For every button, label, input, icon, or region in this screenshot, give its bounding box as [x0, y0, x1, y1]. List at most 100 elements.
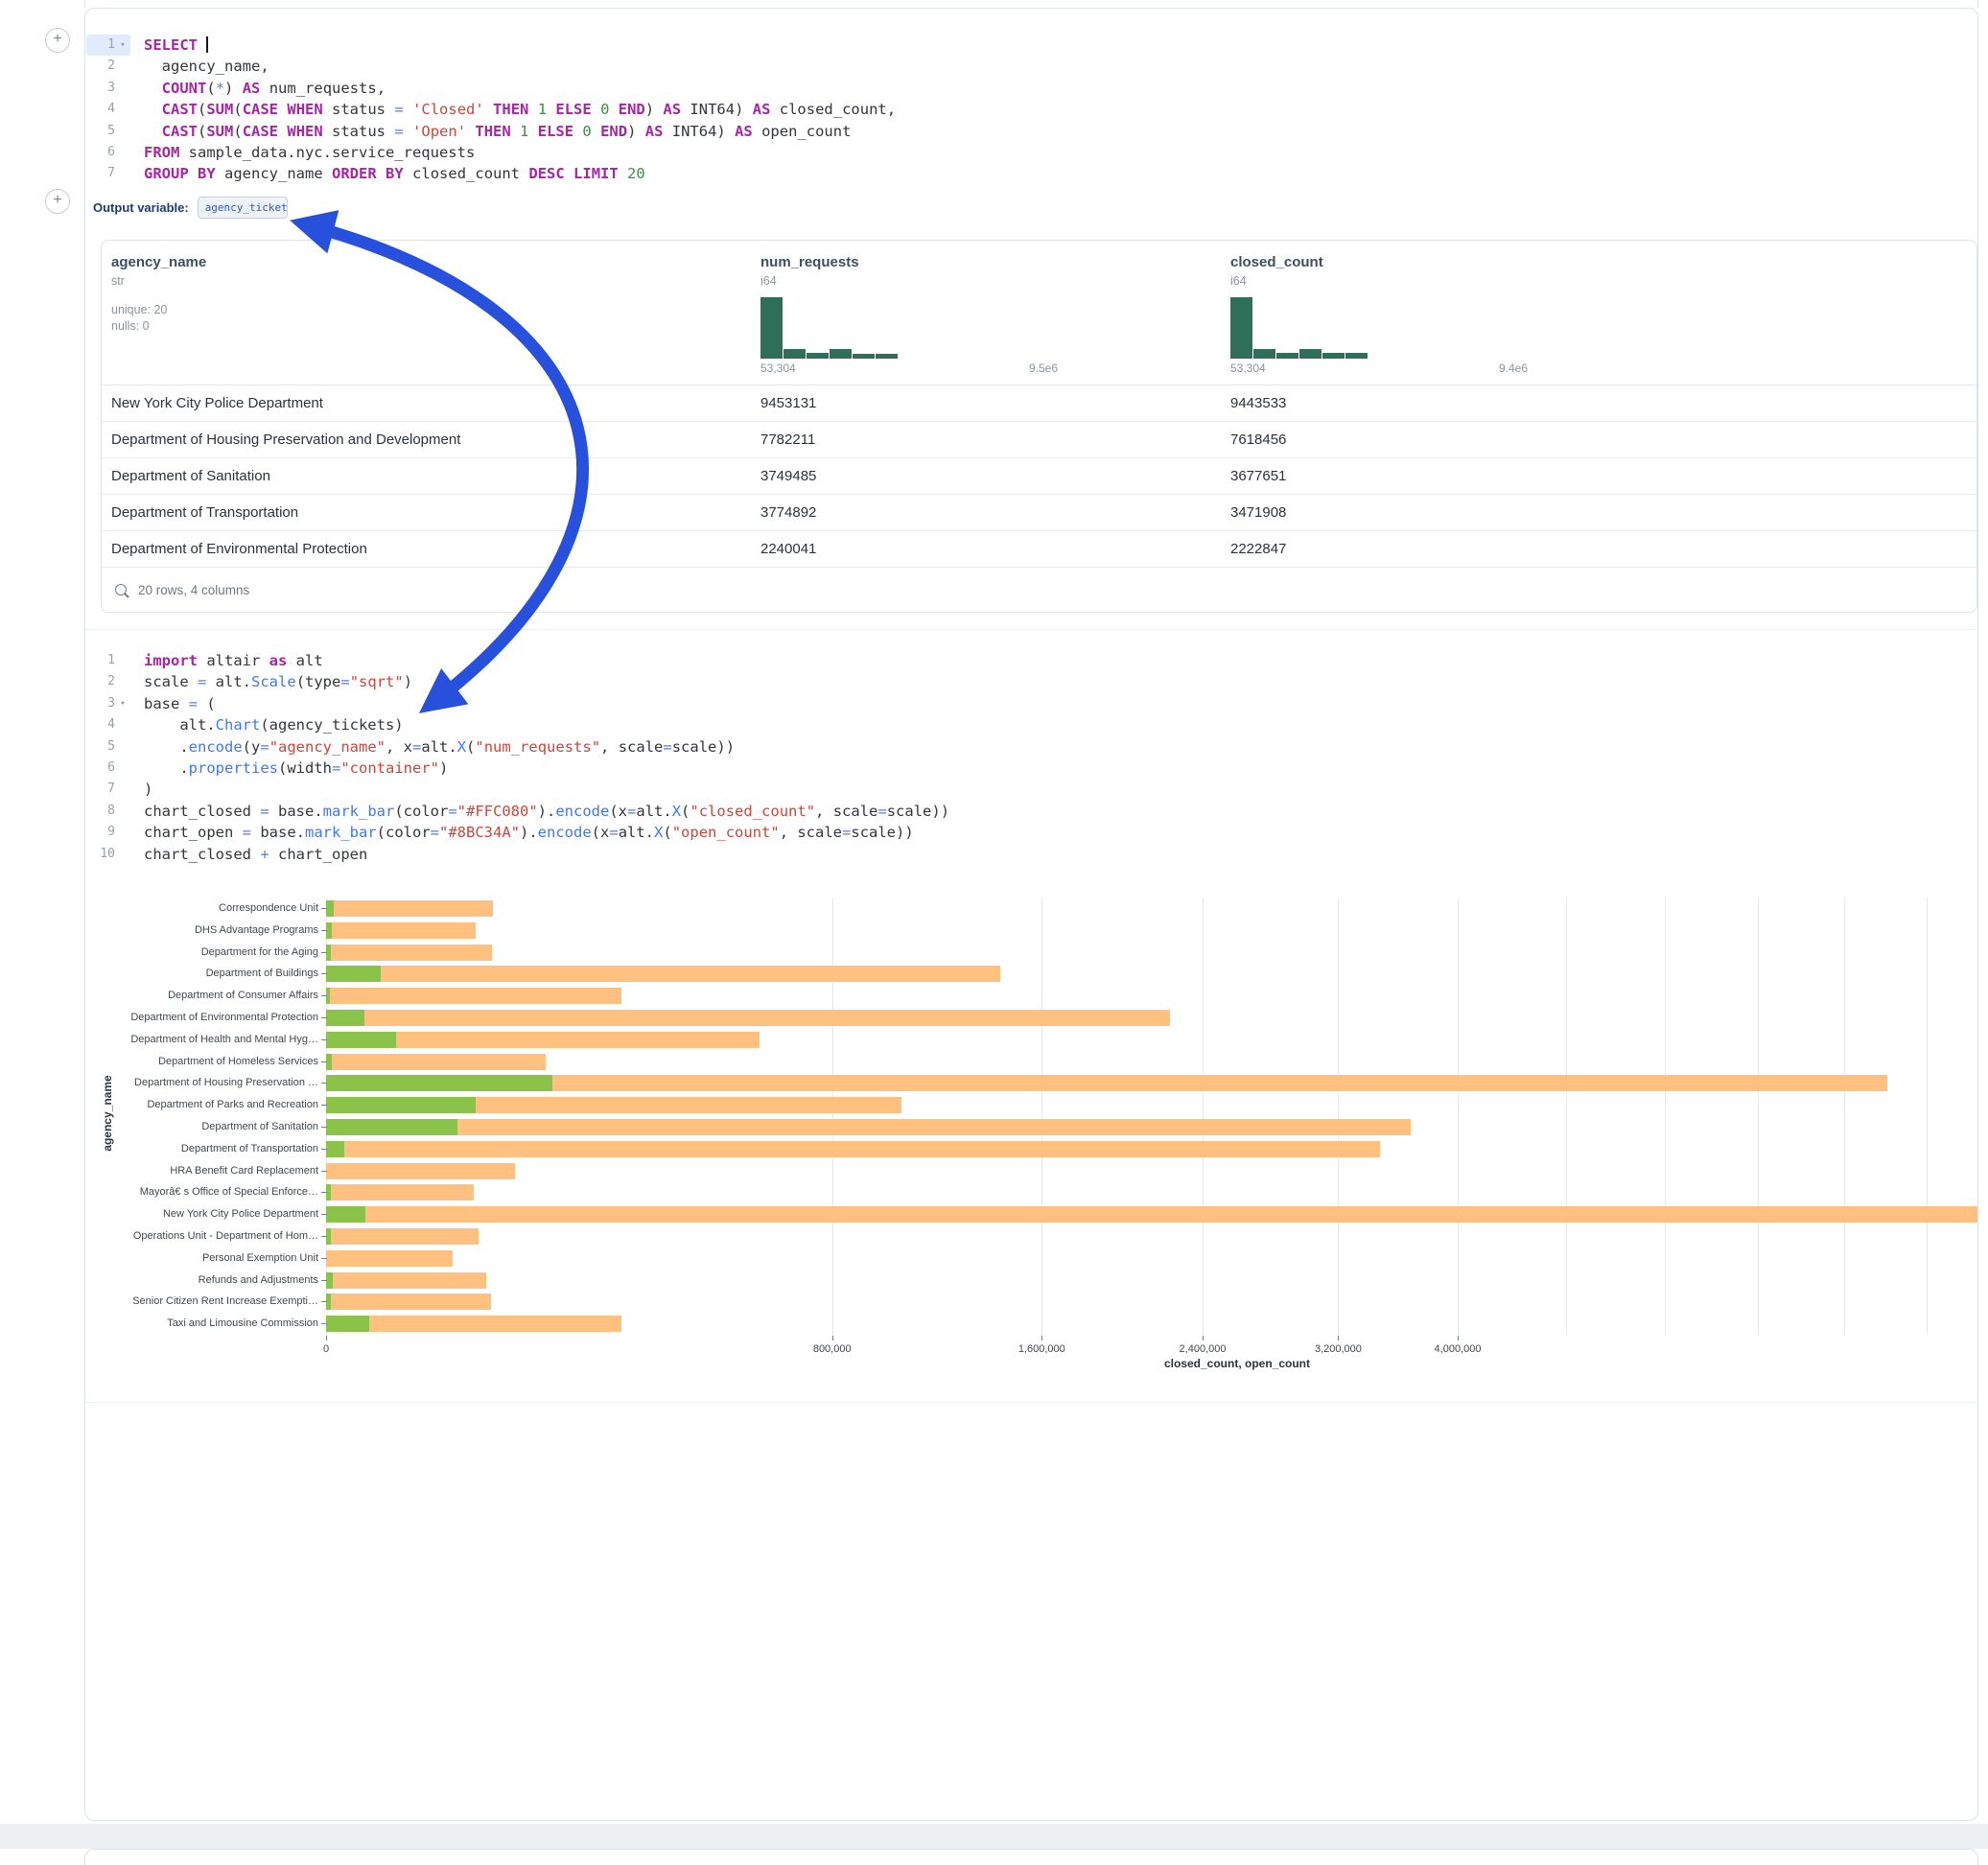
bar-open-count	[326, 1010, 364, 1026]
code-token: 0	[582, 123, 591, 140]
code-token: import	[144, 652, 198, 669]
result-table: agency_name str unique: 20 nulls: 0 num_…	[101, 240, 1977, 613]
code-line[interactable]: 5 .encode(y="agency_name", x=alt.X("num_…	[86, 736, 949, 758]
code-token: open_count	[753, 123, 852, 140]
fold-caret-icon	[115, 801, 130, 822]
y-tick-mark	[321, 1236, 327, 1237]
code-token: Chart	[216, 716, 261, 734]
python-editor[interactable]: 1import altair as alt2scale = alt.Scale(…	[86, 650, 949, 865]
code-token: sample_data.nyc.service_requests	[179, 144, 475, 161]
column-header-agency-name[interactable]: agency_name str unique: 20 nulls: 0	[102, 254, 751, 375]
code-token: =	[260, 738, 269, 756]
code-token: as	[269, 652, 288, 669]
line-number: 10	[86, 844, 115, 865]
y-tick-mark	[321, 1258, 327, 1259]
code-token: , x	[386, 738, 412, 756]
fold-caret-icon[interactable]: ▾	[115, 35, 130, 56]
code-token: alt.	[636, 803, 671, 820]
y-tick-mark	[321, 1039, 327, 1040]
y-tick-label: Department of Housing Preservation …	[58, 1072, 318, 1094]
y-tick-label: Operations Unit - Department of Hom…	[58, 1225, 318, 1247]
code-token: alt	[287, 652, 322, 669]
code-token: (color	[377, 824, 431, 841]
y-tick-mark	[321, 930, 327, 931]
fold-caret-icon	[115, 650, 130, 671]
code-token: AS	[663, 101, 681, 118]
code-token: =	[609, 824, 618, 841]
code-token: FROM	[144, 144, 179, 161]
y-tick-label: Department of Buildings	[58, 963, 318, 985]
table-cell: 7618456	[1221, 431, 1976, 448]
table-row: New York City Police Department945313194…	[102, 385, 1976, 421]
row-count-text: 20 rows, 4 columns	[138, 583, 249, 597]
code-token: )	[439, 759, 448, 777]
previous-cell-edge	[84, 0, 1978, 8]
code-line[interactable]: 1▾SELECT	[86, 35, 896, 56]
code-line[interactable]: 3 COUNT(*) AS num_requests,	[86, 78, 896, 99]
cell-separator	[85, 629, 1976, 630]
code-token: AS	[243, 80, 261, 97]
column-header-num-requests[interactable]: num_requests i64 53,304 9.5e6	[751, 254, 1221, 375]
output-variable-chip[interactable]: agency_tickets	[198, 197, 288, 219]
code-line[interactable]: 2scale = alt.Scale(type="sqrt")	[86, 671, 949, 692]
code-line[interactable]: 3▾base = (	[86, 693, 949, 714]
code-line[interactable]: 6FROM sample_data.nyc.service_requests	[86, 142, 896, 163]
code-token: .	[144, 759, 189, 777]
code-line[interactable]: 8chart_closed = base.mark_bar(color="#FF…	[86, 801, 949, 822]
sql-editor[interactable]: 1▾SELECT 2 agency_name,3 COUNT(*) AS num…	[86, 35, 896, 185]
column-name: num_requests	[760, 254, 1211, 270]
code-token	[404, 123, 412, 140]
y-tick-mark	[321, 995, 327, 996]
code-token: "agency_name"	[269, 738, 386, 756]
code-line[interactable]: 9chart_open = base.mark_bar(color="#8BC3…	[86, 822, 949, 843]
table-row: Department of Sanitation37494853677651	[102, 457, 1976, 494]
code-token: ).	[520, 824, 538, 841]
line-number: 5	[86, 121, 115, 142]
code-token: closed_count,	[770, 101, 896, 118]
code-token: scale	[144, 673, 198, 690]
code-line[interactable]: 6 .properties(width="container")	[86, 758, 949, 779]
column-name: closed_count	[1230, 254, 1967, 270]
code-token	[547, 101, 555, 118]
histogram-bar	[853, 354, 875, 359]
code-token: base.	[251, 824, 305, 841]
bar-open-count	[326, 1206, 365, 1223]
search-icon[interactable]	[115, 584, 127, 595]
add-cell-button[interactable]: +	[45, 189, 70, 214]
code-token: "container"	[340, 759, 439, 777]
column-histogram	[760, 297, 1058, 359]
fold-caret-icon[interactable]: ▾	[115, 693, 130, 714]
histogram-bar	[784, 349, 806, 359]
code-token: 20	[627, 165, 645, 182]
x-tick-label: 800,000	[813, 1343, 852, 1355]
code-token	[189, 165, 198, 182]
code-token: .	[144, 738, 189, 756]
code-line[interactable]: 1import altair as alt	[86, 650, 949, 671]
add-cell-button[interactable]: +	[45, 28, 70, 53]
table-cell: 2222847	[1221, 541, 1976, 557]
code-line[interactable]: 7)	[86, 779, 949, 800]
bar-closed-count	[326, 1206, 1977, 1223]
table-row: Department of Environmental Protection22…	[102, 530, 1976, 567]
code-line[interactable]: 4 CAST(SUM(CASE WHEN status = 'Closed' T…	[86, 99, 896, 120]
x-tick-mark	[1041, 1336, 1042, 1340]
fold-caret-icon	[115, 758, 130, 779]
code-token: BY	[386, 165, 404, 182]
code-line[interactable]: 7GROUP BY agency_name ORDER BY closed_co…	[86, 163, 896, 184]
line-number: 8	[86, 801, 115, 822]
code-line[interactable]: 10chart_closed + chart_open	[86, 844, 949, 865]
horizontal-scrollbar[interactable]	[0, 1824, 1988, 1849]
code-line[interactable]: 2 agency_name,	[86, 56, 896, 77]
table-header: agency_name str unique: 20 nulls: 0 num_…	[102, 241, 1976, 385]
table-cell: 3749485	[751, 468, 1221, 484]
column-header-closed-count[interactable]: closed_count i64 53,304 9.4e6	[1221, 254, 1976, 375]
fold-caret-icon	[115, 99, 130, 120]
line-number: 2	[86, 56, 115, 77]
bar-closed-count	[326, 1272, 486, 1289]
next-cell-top-edge	[84, 1849, 1978, 1865]
code-line[interactable]: 5 CAST(SUM(CASE WHEN status = 'Open' THE…	[86, 121, 896, 142]
gridline	[1844, 898, 1845, 1336]
code-token: scale))	[887, 803, 949, 820]
y-tick-mark	[321, 1171, 327, 1172]
code-line[interactable]: 4 alt.Chart(agency_tickets)	[86, 714, 949, 735]
